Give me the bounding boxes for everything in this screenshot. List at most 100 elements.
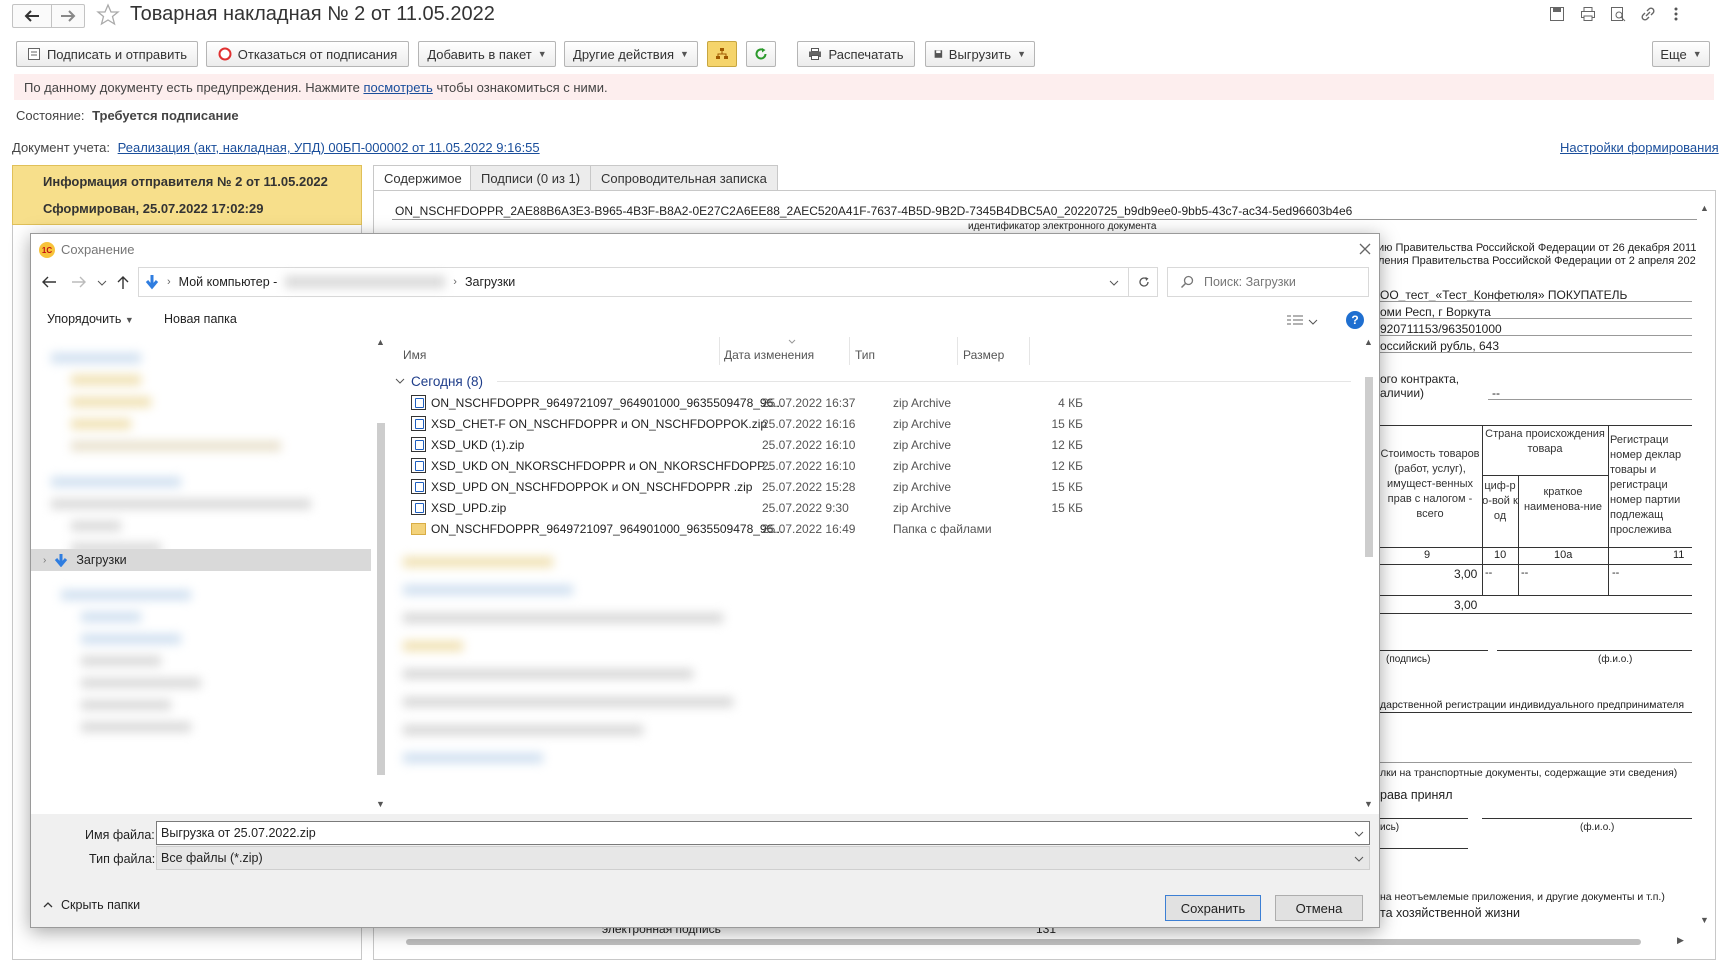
doc-address: оми Респ, г Воркута xyxy=(1380,305,1491,319)
zip-file-icon xyxy=(411,395,426,410)
save-label: Сохранить xyxy=(1180,900,1246,916)
close-icon[interactable] xyxy=(1358,242,1372,256)
back-button[interactable] xyxy=(12,4,52,28)
other-actions-label: Другие действия xyxy=(573,46,675,62)
list-item[interactable]: XSD_CHET-F ON_NSCHFDOPPR и ON_NSCHFDOPPO… xyxy=(393,414,1351,435)
address-bar[interactable]: › Мой компьютер - › Загрузки xyxy=(138,267,1158,297)
tab-signatures[interactable]: Подписи (0 из 1) xyxy=(470,165,592,191)
doc-currency: оссийский рубль, 643 xyxy=(1380,339,1500,353)
list-item[interactable]: XSD_UPD.zip 25.07.2022 9:30 zip Archive 15 … xyxy=(393,498,1351,519)
warning-view-link[interactable]: посмотреть xyxy=(363,80,432,95)
filename-input[interactable]: Выгрузка от 25.07.2022.zip xyxy=(156,821,1370,845)
add-to-package-label: Добавить в пакет xyxy=(427,46,532,62)
doc-id-value: ON_NSCHFDOPPR_2AE88B6A3E3-B965-4B3F-B8A2… xyxy=(395,204,1353,218)
nav-forward-icon[interactable] xyxy=(71,275,87,289)
tab-cover-note-label: Сопроводительная записка xyxy=(601,170,767,186)
refresh-icon[interactable] xyxy=(1137,275,1151,289)
list-item[interactable]: ON_NSCHFDOPPR_9649721097_964901000_96355… xyxy=(393,393,1351,414)
filename-label: Имя файла: xyxy=(85,828,155,842)
refuse-sign-button[interactable]: Отказаться от подписания xyxy=(206,41,409,67)
file-list-scrollbar[interactable]: ▲ ▼ xyxy=(1364,337,1374,814)
filetype-label: Тип файла: xyxy=(89,852,156,866)
link-icon[interactable] xyxy=(1640,6,1656,22)
save-button[interactable]: Сохранить xyxy=(1165,895,1261,921)
nav-item-downloads[interactable]: › Загрузки xyxy=(31,549,371,571)
add-to-package-button[interactable]: Добавить в пакет ▼ xyxy=(418,41,556,67)
filetype-value: Все файлы (*.zip) xyxy=(161,851,263,865)
file-list[interactable]: Имя Дата изменения Тип Размер Сегодня (8… xyxy=(393,337,1353,814)
dialog-title: Сохранение xyxy=(61,242,135,257)
doc-contract-1: ого контракта, xyxy=(1380,372,1460,386)
favorite-star-icon[interactable] xyxy=(96,3,120,27)
column-header-size[interactable]: Размер xyxy=(963,348,1004,362)
breadcrumb-root[interactable]: Мой компьютер - xyxy=(179,275,278,289)
save-icon[interactable] xyxy=(1549,6,1565,22)
more-vertical-icon[interactable] xyxy=(1672,6,1680,22)
recent-dropdown-icon[interactable] xyxy=(97,279,107,287)
content-vertical-scrollbar[interactable]: ▲ ▼ xyxy=(1700,203,1710,925)
list-item[interactable]: XSD_UKD (1).zip 25.07.2022 16:10 zip Archi… xyxy=(393,435,1351,456)
export-button[interactable]: Выгрузить ▼ xyxy=(925,41,1035,67)
hide-folders-button[interactable]: Скрыть папки xyxy=(43,898,140,912)
cell-cost-value: 3,00 xyxy=(1454,567,1478,581)
navigation-pane[interactable]: › Загрузки xyxy=(31,337,371,814)
breadcrumb-folder[interactable]: Загрузки xyxy=(465,275,515,289)
sign-send-button[interactable]: Подписать и отправить xyxy=(16,41,198,67)
search-box[interactable]: Поиск: Загрузки xyxy=(1167,267,1369,297)
column-header-date[interactable]: Дата изменения xyxy=(724,348,814,362)
address-dropdown-icon[interactable] xyxy=(1109,279,1119,287)
preview-icon[interactable] xyxy=(1610,6,1626,22)
export-label: Выгрузить xyxy=(948,46,1012,62)
other-actions-button[interactable]: Другие действия ▼ xyxy=(564,41,698,67)
more-button[interactable]: Еще ▼ xyxy=(1652,41,1710,67)
account-doc-link[interactable]: Реализация (акт, накладная, УПД) 00БП-00… xyxy=(118,140,540,155)
view-dropdown-icon[interactable] xyxy=(1308,318,1318,326)
printer-icon[interactable] xyxy=(1580,6,1596,22)
organize-button[interactable]: Упорядочить ▼ xyxy=(47,312,134,326)
tab-signatures-label: Подписи (0 из 1) xyxy=(481,170,581,186)
chevron-down-icon[interactable] xyxy=(1354,855,1364,863)
list-item[interactable]: XSD_UKD ON_NKORSCHFDOPPR и ON_NKORSCHFDO… xyxy=(393,456,1351,477)
view-options-icon[interactable] xyxy=(1286,314,1304,328)
column-header-name[interactable]: Имя xyxy=(403,348,426,362)
list-item[interactable]: ON_NSCHFDOPPR_9649721097_964901000_96355… xyxy=(393,519,1351,540)
filename-value: Выгрузка от 25.07.2022.zip xyxy=(161,826,316,840)
new-folder-button[interactable]: Новая папка xyxy=(164,312,237,326)
doc-sign-caption-2: ись) xyxy=(1380,822,1400,833)
column-header-type[interactable]: Тип xyxy=(855,348,875,362)
forward-button[interactable] xyxy=(51,4,85,28)
print-button[interactable]: Распечатать xyxy=(797,41,915,67)
doc-table: Стоимость товаров (работ, услуг), имущес… xyxy=(1378,425,1692,596)
refresh-button[interactable] xyxy=(746,41,776,67)
cell-short-dash: -- xyxy=(1521,567,1529,579)
help-icon[interactable]: ? xyxy=(1346,311,1364,329)
sender-info-panel[interactable]: Информация отправителя № 2 от 11.05.2022… xyxy=(12,165,362,225)
folder-icon xyxy=(411,523,426,535)
tab-content[interactable]: Содержимое xyxy=(373,165,473,191)
content-horizontal-scrollbar[interactable]: ▶ xyxy=(380,935,1690,947)
zip-file-icon xyxy=(411,500,426,515)
cell-code-dash: -- xyxy=(1485,567,1493,579)
cancel-button[interactable]: Отмена xyxy=(1275,895,1363,921)
nav-pane-scrollbar[interactable]: ▲ ▼ xyxy=(376,337,386,814)
list-item[interactable]: XSD_UPD ON_NSCHFDOPPOK и ON_NSCHFDOPPR .… xyxy=(393,477,1351,498)
account-doc-row: Документ учета: Реализация (акт, накладн… xyxy=(12,140,540,155)
generation-settings-link[interactable]: Настройки формирования xyxy=(1560,140,1719,155)
arrow-left-icon xyxy=(24,10,39,22)
structure-button[interactable] xyxy=(707,41,737,67)
filetype-select[interactable]: Все файлы (*.zip) xyxy=(156,846,1370,870)
downloads-arrow-icon xyxy=(55,554,68,567)
downloads-arrow-icon xyxy=(145,275,159,290)
col-short-name: краткое наименова-ние xyxy=(1523,486,1603,513)
file-list-blurred xyxy=(403,549,1343,809)
nav-back-icon[interactable] xyxy=(41,275,57,289)
tab-cover-note[interactable]: Сопроводительная записка xyxy=(590,165,778,191)
doc-gov-1: ию Правительства Российской Федерации от… xyxy=(1378,242,1697,254)
nav-up-icon[interactable] xyxy=(116,274,130,290)
doc-fio-caption-2: (ф.и.о.) xyxy=(1580,822,1615,833)
printer-icon xyxy=(809,48,822,60)
group-header-today[interactable]: Сегодня (8) xyxy=(393,371,1351,391)
arrow-right-icon xyxy=(61,10,76,22)
chevron-down-icon[interactable] xyxy=(1354,830,1364,838)
col-country: Страна происхождения товара xyxy=(1485,428,1605,455)
